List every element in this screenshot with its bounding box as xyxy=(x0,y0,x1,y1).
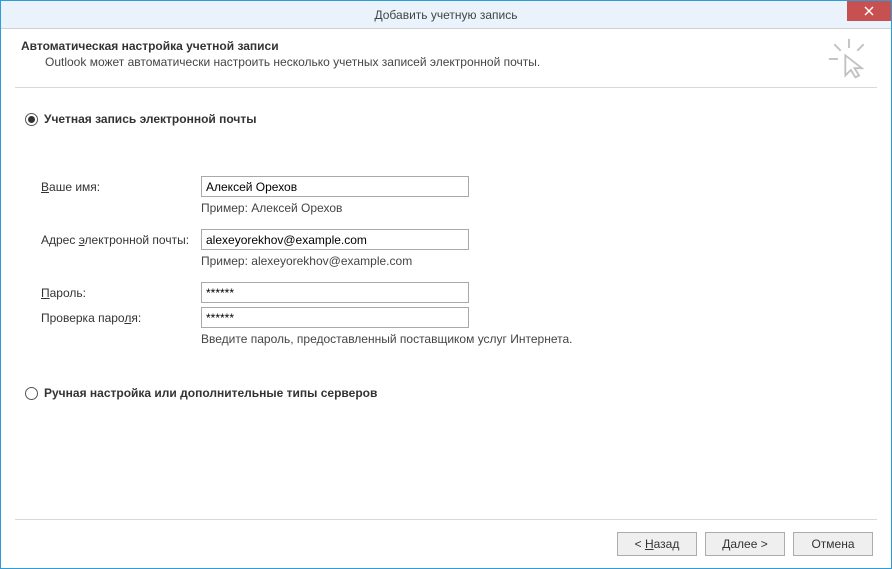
input-password[interactable] xyxy=(201,282,469,303)
hint-name: Пример: Алексей Орехов xyxy=(201,201,867,215)
radio-email-account[interactable] xyxy=(25,113,38,126)
button-row: < Назад Далее > Отмена xyxy=(15,532,877,556)
label-name: Ваше имя: xyxy=(41,180,201,194)
hint-email: Пример: alexeyorekhov@example.com xyxy=(201,254,867,268)
row-confirm: Проверка пароля: xyxy=(41,307,867,328)
radio-email-account-label: Учетная запись электронной почты xyxy=(44,112,257,126)
header-title: Автоматическая настройка учетной записи xyxy=(15,39,877,53)
cancel-button[interactable]: Отмена xyxy=(793,532,873,556)
close-button[interactable] xyxy=(847,1,891,21)
input-email[interactable] xyxy=(201,229,469,250)
back-button[interactable]: < Назад xyxy=(617,532,697,556)
row-name: Ваше имя: xyxy=(41,176,867,197)
label-confirm: Проверка пароля: xyxy=(41,311,201,325)
input-confirm[interactable] xyxy=(201,307,469,328)
next-button[interactable]: Далее > xyxy=(705,532,785,556)
row-password: Пароль: xyxy=(41,282,867,303)
radio-email-account-row[interactable]: Учетная запись электронной почты xyxy=(25,112,867,126)
label-password: Пароль: xyxy=(41,286,201,300)
window-title: Добавить учетную запись xyxy=(375,8,518,22)
form-grid: Ваше имя: Пример: Алексей Орехов Адрес э… xyxy=(41,176,867,346)
label-email: Адрес электронной почты: xyxy=(41,233,201,247)
input-name[interactable] xyxy=(201,176,469,197)
radio-manual-label: Ручная настройка или дополнительные типы… xyxy=(44,386,377,400)
radio-manual-row[interactable]: Ручная настройка или дополнительные типы… xyxy=(25,386,867,400)
dialog-content: Автоматическая настройка учетной записи … xyxy=(1,29,891,568)
footer-divider xyxy=(15,519,877,520)
titlebar: Добавить учетную запись xyxy=(1,1,891,29)
dialog-window: Добавить учетную запись Автоматическая н… xyxy=(0,0,892,569)
form-area: Учетная запись электронной почты Ваше им… xyxy=(15,112,877,400)
header: Автоматическая настройка учетной записи … xyxy=(15,39,877,77)
header-subtitle: Outlook может автоматически настроить не… xyxy=(15,55,877,69)
row-email: Адрес электронной почты: xyxy=(41,229,867,250)
footer: < Назад Далее > Отмена xyxy=(15,519,877,556)
header-divider xyxy=(15,87,877,88)
hint-password: Введите пароль, предоставленный поставщи… xyxy=(201,332,867,346)
cursor-icon xyxy=(827,37,871,84)
close-icon xyxy=(864,6,874,16)
radio-manual[interactable] xyxy=(25,387,38,400)
